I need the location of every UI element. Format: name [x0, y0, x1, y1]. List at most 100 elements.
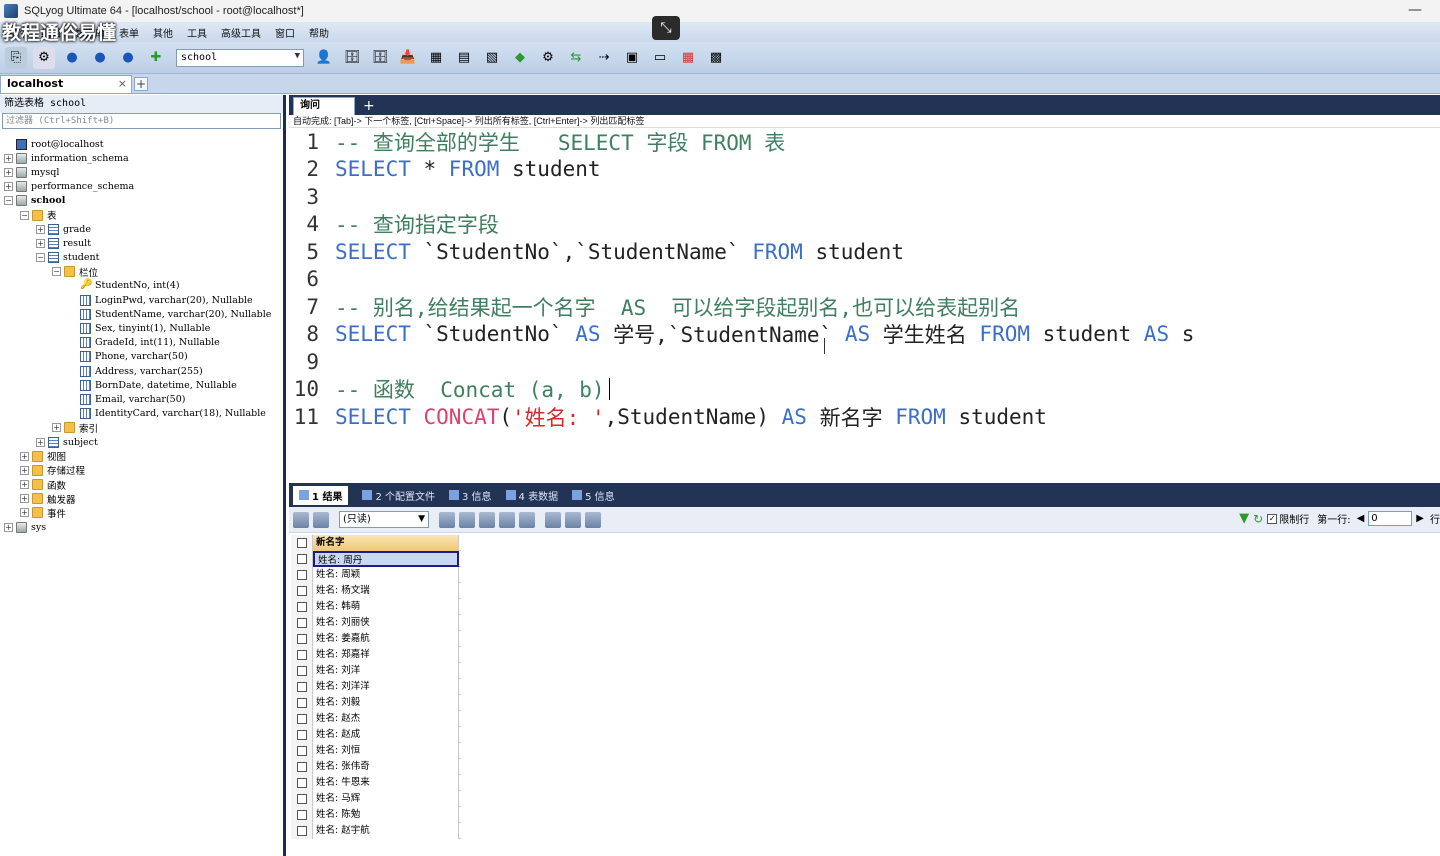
user-manager-icon[interactable]: 👤: [313, 47, 335, 69]
next-page-icon[interactable]: ▶: [1416, 513, 1424, 524]
expand-icon[interactable]: +: [4, 522, 13, 532]
tree-node[interactable]: root@localhost: [0, 137, 283, 151]
grid-icon[interactable]: ▦: [677, 47, 699, 69]
execute-query-icon[interactable]: ●: [61, 47, 83, 69]
new-connection-icon[interactable]: ⎘: [5, 46, 27, 69]
tree-node[interactable]: + 触发器: [0, 492, 283, 506]
refresh-icon[interactable]: ↻: [1253, 512, 1263, 526]
result-tab[interactable]: 2 个配置文件: [362, 488, 435, 503]
grid-view-icon[interactable]: [545, 511, 561, 528]
report-icon[interactable]: ▣: [621, 47, 643, 69]
collapse-icon[interactable]: −: [20, 210, 29, 220]
table-row[interactable]: 姓名: 赵成: [291, 726, 461, 743]
row-checkbox[interactable]: [291, 758, 313, 775]
tree-node[interactable]: + 存储过程: [0, 463, 283, 477]
expand-icon[interactable]: +: [36, 437, 45, 447]
tree-node[interactable]: + information_schema: [0, 151, 283, 165]
tree-node[interactable]: Phone, varchar(50): [0, 350, 283, 364]
stop-icon[interactable]: ✚: [145, 47, 167, 69]
limit-rows-checkbox[interactable]: ✓: [1267, 513, 1278, 524]
table-row[interactable]: 姓名: 刘毅: [291, 694, 461, 711]
table-cell[interactable]: 姓名: 刘洋: [313, 662, 459, 679]
row-checkbox[interactable]: [291, 662, 313, 679]
text-view-icon[interactable]: [585, 511, 601, 528]
tree-node[interactable]: + 索引: [0, 421, 283, 435]
minimize-button[interactable]: —: [1408, 2, 1422, 18]
table-row[interactable]: 姓名: 牛恩来: [291, 774, 461, 791]
table-row[interactable]: 姓名: 周丹: [291, 550, 461, 567]
expand-icon[interactable]: +: [4, 153, 13, 163]
table-cell[interactable]: 姓名: 郑嘉祥: [313, 646, 459, 663]
tree-node[interactable]: Address, varchar(255): [0, 364, 283, 378]
row-checkbox[interactable]: [291, 566, 313, 583]
table-cell[interactable]: 姓名: 韩萌: [313, 598, 459, 615]
row-checkbox[interactable]: [291, 790, 313, 807]
result-tab[interactable]: 4 表数据: [505, 488, 558, 503]
tree-node[interactable]: StudentName, varchar(20), Nullable: [0, 307, 283, 321]
tree-node[interactable]: − school: [0, 194, 283, 208]
table-cell[interactable]: 姓名: 刘恒: [313, 742, 459, 759]
expand-icon[interactable]: +: [36, 224, 45, 234]
tree-node[interactable]: − 栏位: [0, 265, 283, 279]
query-tab[interactable]: 询问: [293, 97, 355, 115]
table-row[interactable]: 姓名: 赵宇航: [291, 822, 461, 839]
code-line[interactable]: 11 SELECT CONCAT('姓名: ' ,StudentName) AS 新…: [289, 403, 1440, 431]
table-row[interactable]: 姓名: 杨文瑞: [291, 582, 461, 599]
table-cell[interactable]: 姓名: 刘毅: [313, 694, 459, 711]
code-line[interactable]: 7 -- 别名,给结果起一个名字 AS 可以给字段起别名,也可以给表起别名: [289, 293, 1440, 321]
table-cell[interactable]: 姓名: 周颖: [313, 566, 459, 583]
migration-icon[interactable]: ⇢: [593, 47, 615, 69]
table-row[interactable]: 姓名: 刘丽侠: [291, 614, 461, 631]
row-checkbox[interactable]: [291, 630, 313, 647]
table-cell[interactable]: 姓名: 马辉: [313, 790, 459, 807]
table-row[interactable]: 姓名: 刘洋洋: [291, 678, 461, 695]
tree-node[interactable]: + 函数: [0, 478, 283, 492]
table-cell[interactable]: 姓名: 陈勉: [313, 806, 459, 823]
menu-item[interactable]: 高级工具: [214, 25, 268, 40]
table-cell[interactable]: 姓名: 刘洋洋: [313, 678, 459, 695]
tree-node[interactable]: + grade: [0, 222, 283, 236]
row-checkbox[interactable]: [291, 598, 313, 615]
expand-icon[interactable]: ⤡: [652, 16, 680, 40]
code-line[interactable]: 3: [289, 183, 1440, 211]
column-header[interactable]: 新名字: [313, 534, 459, 551]
tree-node[interactable]: + result: [0, 236, 283, 250]
table-row[interactable]: 姓名: 周颖: [291, 566, 461, 583]
row-checkbox[interactable]: [291, 614, 313, 631]
code-line[interactable]: 5 SELECT `StudentNo`,`StudentName` FROM s…: [289, 238, 1440, 266]
sql-editor[interactable]: 1 -- 查询全部的学生 SELECT 字段 FROM 表 2 SELECT * FR…: [289, 128, 1440, 431]
code-line[interactable]: 8 SELECT `StudentNo` AS 学号,`StudentName` …: [289, 321, 1440, 349]
table-row[interactable]: 姓名: 韩萌: [291, 598, 461, 615]
menu-item[interactable]: 其他: [146, 25, 180, 40]
result-tab[interactable]: 3 信息: [449, 488, 492, 503]
filter-input[interactable]: 过滤器 (Ctrl+Shift+B): [2, 113, 281, 129]
result-tab[interactable]: 1 结果: [293, 485, 349, 505]
scheduled-jobs-icon[interactable]: ⚙: [537, 47, 559, 69]
schema-designer-icon[interactable]: ▦: [425, 47, 447, 69]
tree-node[interactable]: LoginPwd, varchar(20), Nullable: [0, 293, 283, 307]
table-row[interactable]: 姓名: 马辉: [291, 790, 461, 807]
import-icon[interactable]: 📥: [397, 47, 419, 69]
row-checkbox[interactable]: [291, 694, 313, 711]
edit-mode-select[interactable]: (只读) ▼: [339, 511, 429, 528]
table-cell[interactable]: 姓名: 赵杰: [313, 710, 459, 727]
insert-row-icon[interactable]: [439, 511, 455, 528]
refresh-icon[interactable]: ●: [117, 47, 139, 69]
first-row-input[interactable]: 0: [1368, 511, 1413, 526]
collapse-icon[interactable]: −: [52, 267, 61, 277]
table-cell[interactable]: 姓名: 姜嘉航: [313, 630, 459, 647]
row-checkbox[interactable]: [291, 822, 313, 839]
row-checkbox[interactable]: [291, 710, 313, 727]
expand-icon[interactable]: +: [20, 465, 29, 475]
table-cell[interactable]: 姓名: 牛恩来: [313, 774, 459, 791]
menu-item[interactable]: 窗口: [268, 25, 302, 40]
table-row[interactable]: 姓名: 张伟奇: [291, 758, 461, 775]
code-line[interactable]: 4 -- 查询指定字段: [289, 211, 1440, 239]
row-checkbox[interactable]: [291, 646, 313, 663]
result-tab[interactable]: 5 信息: [572, 488, 615, 503]
code-line[interactable]: 10 -- 函数 Concat (a, b): [289, 376, 1440, 404]
menu-item[interactable]: 工具: [180, 25, 214, 40]
table-row[interactable]: 姓名: 郑嘉祥: [291, 646, 461, 663]
tree-node[interactable]: + 视图: [0, 449, 283, 463]
layout-icon[interactable]: ▩: [705, 47, 727, 69]
